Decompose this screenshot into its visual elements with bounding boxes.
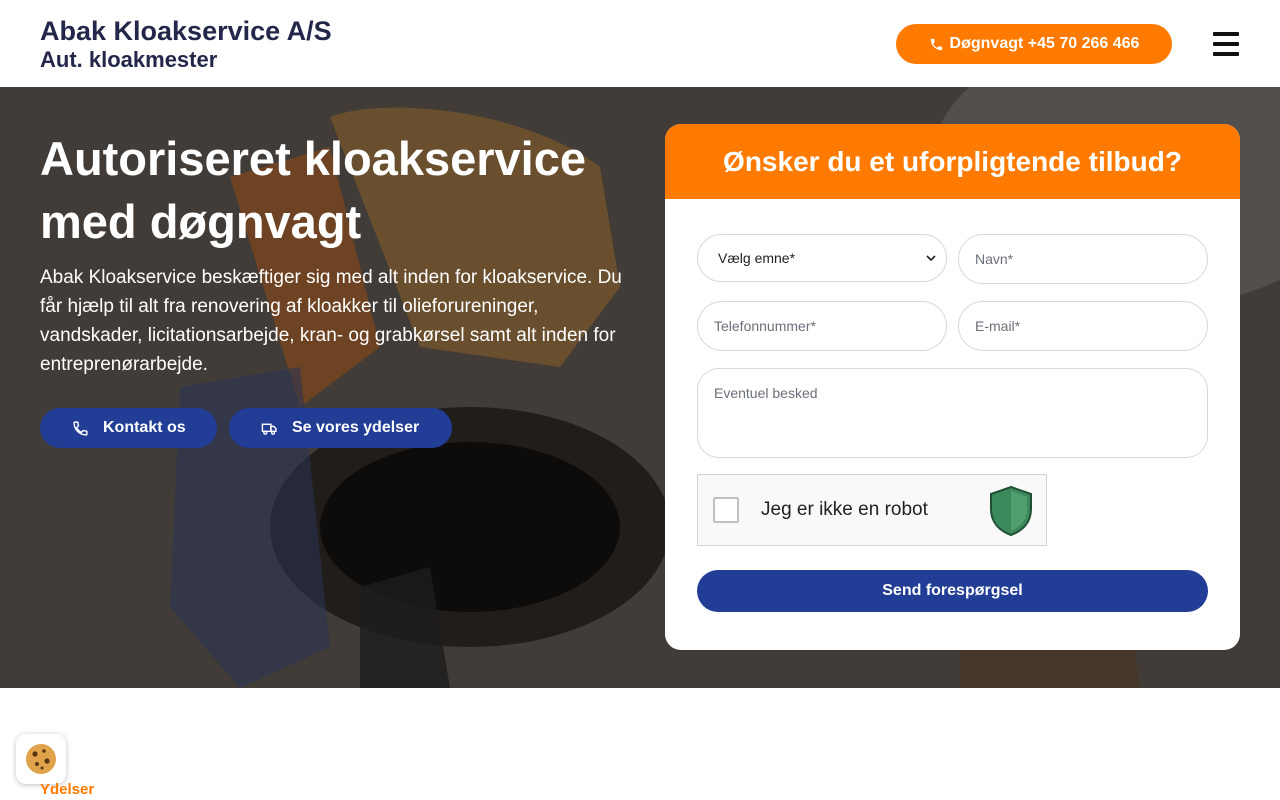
email-input[interactable]: E-mail* <box>958 301 1208 351</box>
captcha-widget: Jeg er ikke en robot <box>697 474 1047 546</box>
truck-icon <box>261 423 277 435</box>
hero-description: Abak Kloakservice beskæftiger sig med al… <box>40 267 622 375</box>
name-placeholder: Navn* <box>975 251 1014 267</box>
quote-form-card: Ønsker du et uforpligtende tilbud? Vælg … <box>665 124 1240 650</box>
site-header: Abak Kloakservice A/S Aut. kloakmester D… <box>0 0 1280 87</box>
hamburger-menu-icon[interactable] <box>1213 32 1239 56</box>
shield-icon <box>990 485 1032 537</box>
quote-form-heading: Ønsker du et uforpligtende tilbud? <box>665 124 1240 199</box>
subject-select-value: Vælg emne* <box>718 250 796 266</box>
services-section-label: Ydelser <box>40 781 95 798</box>
phone-icon <box>930 38 942 50</box>
hero-title: Autoriseret kloakservice med døgnvagt <box>40 132 587 248</box>
brand-logo[interactable]: Abak Kloakservice A/S Aut. kloakmester <box>40 16 332 73</box>
name-input[interactable]: Navn* <box>958 234 1208 284</box>
contact-button[interactable]: Kontakt os <box>40 408 217 448</box>
phone-icon <box>73 420 88 436</box>
cookie-icon <box>26 744 56 774</box>
message-textarea[interactable]: Eventuel besked <box>697 368 1208 458</box>
phone-placeholder: Telefonnummer* <box>714 318 816 334</box>
phone-input[interactable]: Telefonnummer* <box>697 301 947 351</box>
message-placeholder: Eventuel besked <box>714 385 818 401</box>
email-placeholder: E-mail* <box>975 318 1021 334</box>
services-button[interactable]: Se vores ydelser <box>229 408 452 448</box>
submit-request-button[interactable]: Send forespørgsel <box>697 570 1208 612</box>
hero-section: Autoriseret kloakservice med døgnvagt Ab… <box>0 87 1280 688</box>
cookie-settings-button[interactable] <box>16 734 66 784</box>
captcha-label: Jeg er ikke en robot <box>761 499 928 520</box>
brand-name: Abak Kloakservice A/S <box>40 16 332 46</box>
emergency-phone-label: Døgnvagt +45 70 266 466 <box>949 35 1140 52</box>
contact-button-label: Kontakt os <box>103 419 186 436</box>
services-button-label: Se vores ydelser <box>292 419 420 436</box>
brand-subtitle: Aut. kloakmester <box>40 47 218 72</box>
emergency-phone-button[interactable]: Døgnvagt +45 70 266 466 <box>896 24 1172 64</box>
captcha-checkbox[interactable] <box>713 497 739 523</box>
subject-select[interactable]: Vælg emne* <box>697 234 947 282</box>
chevron-down-icon <box>926 255 936 262</box>
